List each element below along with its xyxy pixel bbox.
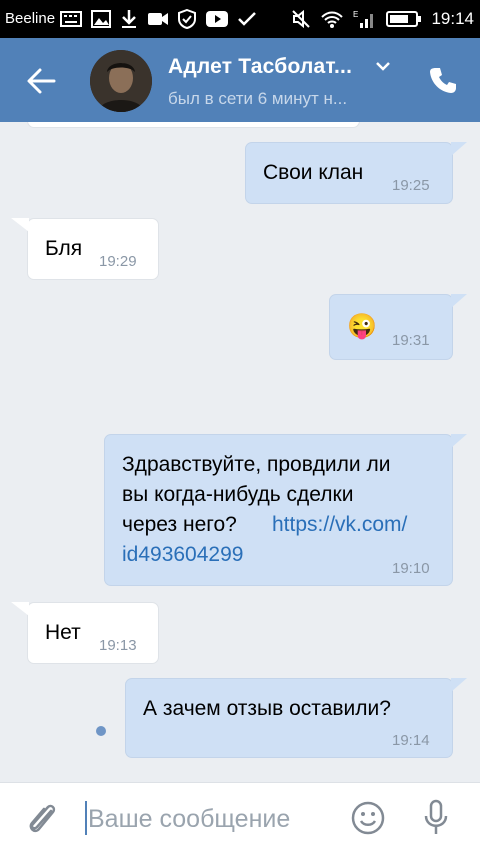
paperclip-icon[interactable] <box>26 799 60 839</box>
message-bubble-outgoing[interactable]: Свои клан 19:25 <box>245 142 453 204</box>
text-cursor <box>85 801 87 835</box>
avatar-photo <box>90 50 152 112</box>
cut-off-message <box>27 122 360 128</box>
back-arrow-icon[interactable] <box>24 64 58 98</box>
message-time: 19:14 <box>392 732 430 749</box>
message-line: Здравствуйте, провдили ли <box>122 453 391 476</box>
message-time: 19:29 <box>99 253 137 270</box>
chat-header: Адлет Тасболат... был в сети 6 минут н..… <box>0 38 480 122</box>
message-time: 19:25 <box>392 177 430 194</box>
profile-link-continued[interactable]: id493604299 <box>122 540 243 570</box>
signal-icon: E <box>353 10 374 28</box>
notification-icons <box>60 8 256 30</box>
youtube-icon <box>206 11 228 27</box>
check-icon <box>238 12 256 26</box>
download-icon <box>122 10 136 28</box>
battery-icon <box>386 11 422 27</box>
carrier-label: Beeline <box>5 10 56 27</box>
message-input[interactable]: Ваше сообщение <box>88 805 290 834</box>
message-bubble-incoming[interactable]: Нет 19:13 <box>27 602 159 664</box>
message-text: А зачем отзыв оставили? <box>143 697 391 720</box>
bubble-tail <box>451 678 467 692</box>
emoji-message: 😜 <box>347 313 377 340</box>
image-icon <box>91 10 111 28</box>
bubble-tail <box>451 142 467 156</box>
message-bubble-outgoing[interactable]: А зачем отзыв оставили? 19:14 <box>125 678 453 758</box>
clock: 19:14 <box>431 9 474 28</box>
system-icons: E 19:14 <box>291 8 474 30</box>
message-line: через него? <box>122 513 237 536</box>
phone-icon[interactable] <box>428 65 458 95</box>
profile-link[interactable]: https://vk.com/ <box>272 510 407 540</box>
wifi-icon <box>321 11 344 28</box>
bubble-tail <box>11 218 29 232</box>
mute-icon <box>292 9 311 29</box>
message-text: Бля <box>45 237 83 260</box>
chevron-down-icon[interactable] <box>375 60 391 72</box>
status-bar: Beeline E 19:14 <box>0 0 480 38</box>
microphone-icon[interactable] <box>422 799 450 837</box>
shield-icon <box>178 9 196 29</box>
message-list[interactable]: Свои клан 19:25 Бля 19:29 😜 19:31 Здравс… <box>0 122 480 782</box>
message-composer: Ваше сообщение <box>0 782 480 854</box>
emoji-icon[interactable] <box>351 801 385 835</box>
contact-name[interactable]: Адлет Тасболат... <box>168 55 352 79</box>
message-bubble-outgoing[interactable]: Здравствуйте, провдили ли вы когда-нибуд… <box>104 434 453 586</box>
message-time: 19:13 <box>99 637 137 654</box>
avatar[interactable] <box>90 50 152 112</box>
message-bubble-incoming[interactable]: Бля 19:29 <box>27 218 159 280</box>
bubble-tail <box>451 434 467 448</box>
bubble-tail <box>11 602 29 616</box>
message-time: 19:10 <box>392 560 430 577</box>
video-icon <box>148 13 168 25</box>
message-text: Нет <box>45 621 81 644</box>
message-text: Свои клан <box>263 161 364 184</box>
keyboard-icon <box>60 11 82 27</box>
message-time: 19:31 <box>392 332 430 349</box>
message-line: вы когда-нибудь сделки <box>122 483 354 506</box>
bubble-tail <box>451 294 467 308</box>
last-seen-status: был в сети 6 минут н... <box>168 89 348 108</box>
message-bubble-outgoing[interactable]: 😜 19:31 <box>329 294 453 360</box>
unread-indicator <box>96 726 106 736</box>
svg-text:E: E <box>353 10 358 19</box>
